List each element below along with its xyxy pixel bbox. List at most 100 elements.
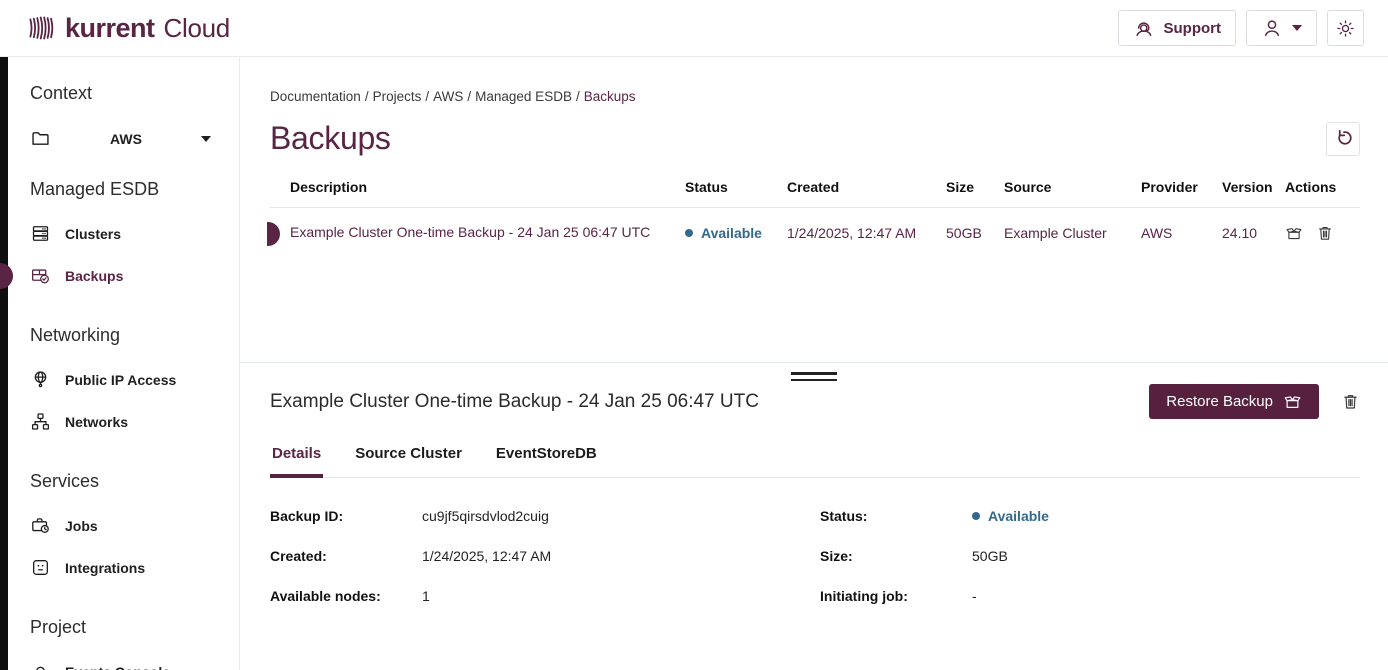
top-bar: kurrent Cloud Support [0, 0, 1388, 57]
sidebar-item-clusters[interactable]: Clusters [0, 214, 239, 253]
size-value: 50GB [972, 548, 1360, 564]
sidebar-item-public-ip-access[interactable]: Public IP Access [0, 360, 239, 399]
status-dot [972, 512, 980, 520]
field-label: Status: [820, 508, 972, 524]
table-header: Description Status Created Size Source P… [270, 179, 1360, 208]
status-label: Available [701, 225, 762, 241]
size-cell: 50GB [946, 225, 1004, 241]
sidebar-item-label: Public IP Access [65, 372, 176, 388]
sidebar-item-jobs[interactable]: Jobs [0, 506, 239, 545]
actions-cell [1285, 224, 1360, 242]
sidebar-heading-networking: Networking [0, 325, 239, 346]
panel-divider [240, 362, 1388, 363]
col-created: Created [787, 179, 946, 195]
status-cell: Available [685, 225, 787, 241]
bell-icon [30, 661, 51, 670]
restore-backup-button[interactable]: Restore Backup [1149, 384, 1319, 419]
active-item-indicator [0, 263, 13, 289]
clusters-icon [30, 223, 51, 244]
topbar-actions: Support [1118, 10, 1365, 46]
col-description: Description [270, 179, 685, 195]
available-nodes-value: 1 [422, 588, 820, 604]
sidebar-item-label: Events Console [65, 664, 170, 670]
breadcrumb-separator: / [463, 89, 475, 104]
backup-box-check-icon [30, 265, 51, 286]
breadcrumb-documentation[interactable]: Documentation [270, 89, 361, 104]
backup-id-value: cu9jf5qirsdvlod2cuig [422, 508, 820, 524]
sun-icon [1335, 18, 1356, 39]
field-created: Created: 1/24/2025, 12:47 AM [270, 548, 820, 564]
col-source: Source [1004, 179, 1141, 195]
breadcrumb-separator: / [421, 89, 433, 104]
tab-details[interactable]: Details [270, 445, 323, 478]
sidebar-item-integrations[interactable]: Integrations [0, 548, 239, 587]
open-box-icon [1283, 392, 1302, 411]
sidebar-item-label: Networks [65, 414, 128, 430]
field-label: Backup ID: [270, 508, 422, 524]
open-box-icon [1285, 224, 1303, 242]
tab-eventstoredb[interactable]: EventStoreDB [494, 445, 599, 478]
backups-table: Description Status Created Size Source P… [270, 179, 1360, 259]
sidebar-heading-services: Services [0, 471, 239, 492]
support-button[interactable]: Support [1118, 10, 1237, 46]
sidebar: Context AWS Managed ESDB Clusters Backup… [0, 57, 240, 670]
field-initiating-job: Initiating job: - [820, 588, 1360, 604]
details-fields: Backup ID: cu9jf5qirsdvlod2cuig Created:… [270, 508, 1360, 604]
context-value: AWS [51, 131, 201, 147]
sidebar-item-label: Backups [65, 268, 123, 284]
panel-drag-handle[interactable] [791, 372, 837, 381]
field-label: Available nodes: [270, 588, 422, 604]
sidebar-item-events-console[interactable]: Events Console [0, 652, 239, 670]
field-label: Created: [270, 548, 422, 564]
breadcrumb-current: Backups [584, 89, 636, 104]
col-provider: Provider [1141, 179, 1222, 195]
field-label: Initiating job: [820, 588, 972, 604]
version-cell: 24.10 [1222, 225, 1285, 241]
sidebar-heading-managed-esdb: Managed ESDB [0, 179, 239, 200]
delete-backup-action-button[interactable] [1316, 224, 1334, 242]
kurrent-waves-icon [28, 15, 56, 41]
initiating-job-value: - [972, 588, 1360, 604]
status-dot [685, 229, 693, 237]
col-size: Size [946, 179, 1004, 195]
left-edge-bar [0, 57, 8, 670]
sidebar-heading-context: Context [0, 83, 239, 104]
col-status: Status [685, 179, 787, 195]
created-value: 1/24/2025, 12:47 AM [422, 548, 820, 564]
backup-description-link[interactable]: Example Cluster One-time Backup - 24 Jan… [270, 223, 685, 242]
status-value: Available [972, 508, 1360, 524]
trash-icon [1341, 392, 1360, 411]
breadcrumb-projects[interactable]: Projects [373, 89, 422, 104]
sidebar-item-label: Integrations [65, 560, 145, 576]
brand-suffix: Cloud [164, 13, 230, 44]
sidebar-item-label: Jobs [65, 518, 98, 534]
theme-toggle-button[interactable] [1327, 10, 1364, 46]
folder-icon [30, 128, 51, 149]
headset-icon [1133, 17, 1155, 39]
field-size: Size: 50GB [820, 548, 1360, 564]
field-label: Size: [820, 548, 972, 564]
created-cell: 1/24/2025, 12:47 AM [787, 225, 946, 241]
table-row[interactable]: Example Cluster One-time Backup - 24 Jan… [270, 208, 1360, 259]
sidebar-item-backups[interactable]: Backups [0, 256, 239, 295]
status-text: Available [988, 508, 1049, 524]
breadcrumb-aws[interactable]: AWS [433, 89, 463, 104]
context-selector[interactable]: AWS [30, 128, 211, 149]
col-actions: Actions [1285, 179, 1360, 195]
source-cell: Example Cluster [1004, 225, 1141, 241]
tab-source-cluster[interactable]: Source Cluster [353, 445, 464, 478]
breadcrumb-managed-esdb[interactable]: Managed ESDB [475, 89, 572, 104]
col-version: Version [1222, 179, 1285, 195]
sidebar-heading-project: Project [0, 617, 239, 638]
user-menu-button[interactable] [1246, 10, 1317, 46]
sidebar-item-label: Clusters [65, 226, 121, 242]
restore-backup-action-button[interactable] [1285, 224, 1303, 242]
refresh-button[interactable] [1326, 122, 1360, 156]
sidebar-item-networks[interactable]: Networks [0, 402, 239, 441]
person-icon [1261, 17, 1283, 39]
breadcrumb-separator: / [572, 89, 584, 104]
page-title: Backups [270, 120, 391, 157]
delete-backup-button[interactable] [1341, 392, 1360, 411]
kurrent-cloud-logo[interactable]: kurrent Cloud [28, 13, 230, 44]
network-tree-icon [30, 411, 51, 432]
